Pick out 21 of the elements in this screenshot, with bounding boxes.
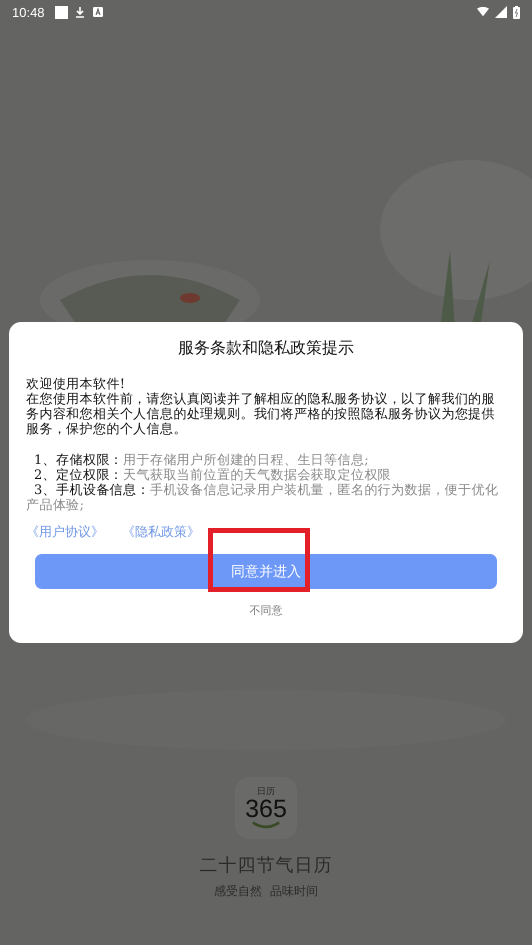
permission-item: 2、定位权限：天气获取当前位置的天气数据会获取定位权限 [33, 468, 392, 483]
policy-link[interactable]: 《用户协议》 [26, 523, 104, 541]
dialog-title: 服务条款和隐私政策提示 [177, 338, 355, 359]
app-notification-icon [92, 6, 104, 18]
policy-link[interactable]: 《隐私政策》 [122, 523, 200, 541]
app-name: 二十四节气日历 [200, 854, 332, 877]
wifi-icon [477, 6, 489, 18]
permission-item: 1、存储权限：用于存储用户所创建的日程、生日等信息; [33, 453, 370, 468]
logo-label: 日历 [257, 787, 275, 797]
decline-button[interactable]: 不同意 [250, 603, 282, 618]
battery-icon [513, 6, 520, 18]
intro-paragraph: 在您使用本软件前，请您认真阅读并了解相应的隐私服务协议，以了解我们的服务内容和您相关个人信息的处理规则。我们将严格的按照隐私服务协议为您提供服务，保护您的个人信息。 [26, 392, 496, 437]
greeting-text: 欢迎使用本软件! [26, 377, 126, 392]
download-icon [74, 6, 86, 18]
permission-item: 3、手机设备信息：手机设备信息记录用户装机量，匿名的行为数据，便于优化产品体验; [26, 483, 500, 513]
agree-button[interactable]: 同意并进入 [35, 554, 497, 589]
signal-icon [495, 6, 507, 18]
logo-number: 365 [245, 797, 287, 821]
app-slogan: 感受自然 品味时间 [214, 883, 318, 900]
status-time: 10:48 [12, 4, 45, 20]
smile-icon [252, 821, 280, 829]
